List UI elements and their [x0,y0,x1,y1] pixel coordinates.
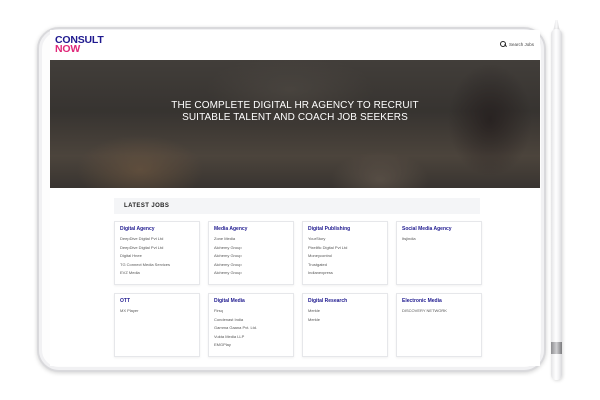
search-link[interactable]: Search Jobs [499,41,534,47]
job-category-card: Digital Media Firsq Condenast India Gamma G… [208,293,294,357]
job-listing-link[interactable]: Alchemy Group [214,261,288,270]
job-listing-link[interactable]: Vukta Media LLP [214,333,288,342]
job-listing-link[interactable]: Alchemy Group [214,269,288,278]
logo-text-now: NOW [55,43,81,55]
latest-jobs-title: LATEST JOBS [124,203,170,209]
job-listing-link[interactable]: Gamma Gaana Pvt. Ltd. [214,324,288,333]
stylus-pencil [551,29,562,380]
hero-banner: THE COMPLETE DIGITAL HR AGENCY TO RECRUI… [50,60,540,188]
job-listing-link[interactable]: Merkle [308,307,382,316]
job-category-card: Electronic Media DISCOVERY NETWORK [396,293,482,357]
job-listing-link[interactable]: Trustgated [308,261,382,270]
job-listing-link[interactable]: DeepDive Digital Pvt Ltd [120,244,194,253]
site-header: CONSULT NOW Search Jobs [50,30,540,60]
job-category-title[interactable]: Digital Media [214,298,288,304]
job-listing-link[interactable]: YourStory [308,235,382,244]
latest-jobs-header: LATEST JOBS [114,198,480,214]
job-category-card: Digital Research Merkle Merkle [302,293,388,357]
search-icon [499,41,506,47]
job-category-title[interactable]: Media Agency [214,226,288,232]
job-listing-link[interactable]: MX Player [120,307,194,316]
job-listing-link[interactable]: Merkle [308,316,382,325]
job-category-title[interactable]: OTT [120,298,194,304]
job-category-card: Digital Agency DeepDive Digital Pvt Ltd De… [114,221,200,285]
job-listing-link[interactable]: Alchemy Group [214,252,288,261]
stylus-band [551,342,562,354]
job-listing-link[interactable]: Alchemy Group [214,244,288,253]
job-listing-link[interactable]: DeepDive Digital Pvt Ltd [120,235,194,244]
job-listing-link[interactable]: Pixelific Digital Pvt Ltd [308,244,382,253]
job-listing-link[interactable]: EMGPlay [214,341,288,350]
job-category-title[interactable]: Social Media Agency [402,226,476,232]
job-listing-link[interactable]: Moneycontrol [308,252,382,261]
job-category-card: Media Agency Zone Media Alchemy Group Alche… [208,221,294,285]
job-category-card: Digital Publishing YourStory Pixelific Dig… [302,221,388,285]
hero-title: THE COMPLETE DIGITAL HR AGENCY TO RECRUI… [171,100,419,123]
job-listing-link[interactable]: TG Connect Media Services [120,261,194,270]
hero-overlay [50,60,540,188]
job-category-title[interactable]: Digital Publishing [308,226,382,232]
search-label: Search Jobs [508,41,534,47]
job-category-card: Social Media Agency Itsjindia [396,221,482,285]
job-listing-link[interactable]: Firsq [214,307,288,316]
job-listing-link[interactable]: Zone Media [214,235,288,244]
job-category-title[interactable]: Digital Agency [120,226,194,232]
job-category-card: OTT MX Player [114,293,200,357]
job-listing-link[interactable]: Digital Hnee [120,252,194,261]
job-listing-link[interactable]: Itsjindia [402,235,476,244]
job-category-title[interactable]: Digital Research [308,298,382,304]
job-listing-link[interactable]: EVZ Media [120,269,194,278]
job-category-title[interactable]: Electronic Media [402,298,476,304]
job-listing-link[interactable]: Indianexpress [308,269,382,278]
site-logo[interactable]: CONSULT NOW [55,35,104,55]
job-listing-link[interactable]: Condenast India [214,316,288,325]
job-listing-link[interactable]: DISCOVERY NETWORK [402,307,476,316]
